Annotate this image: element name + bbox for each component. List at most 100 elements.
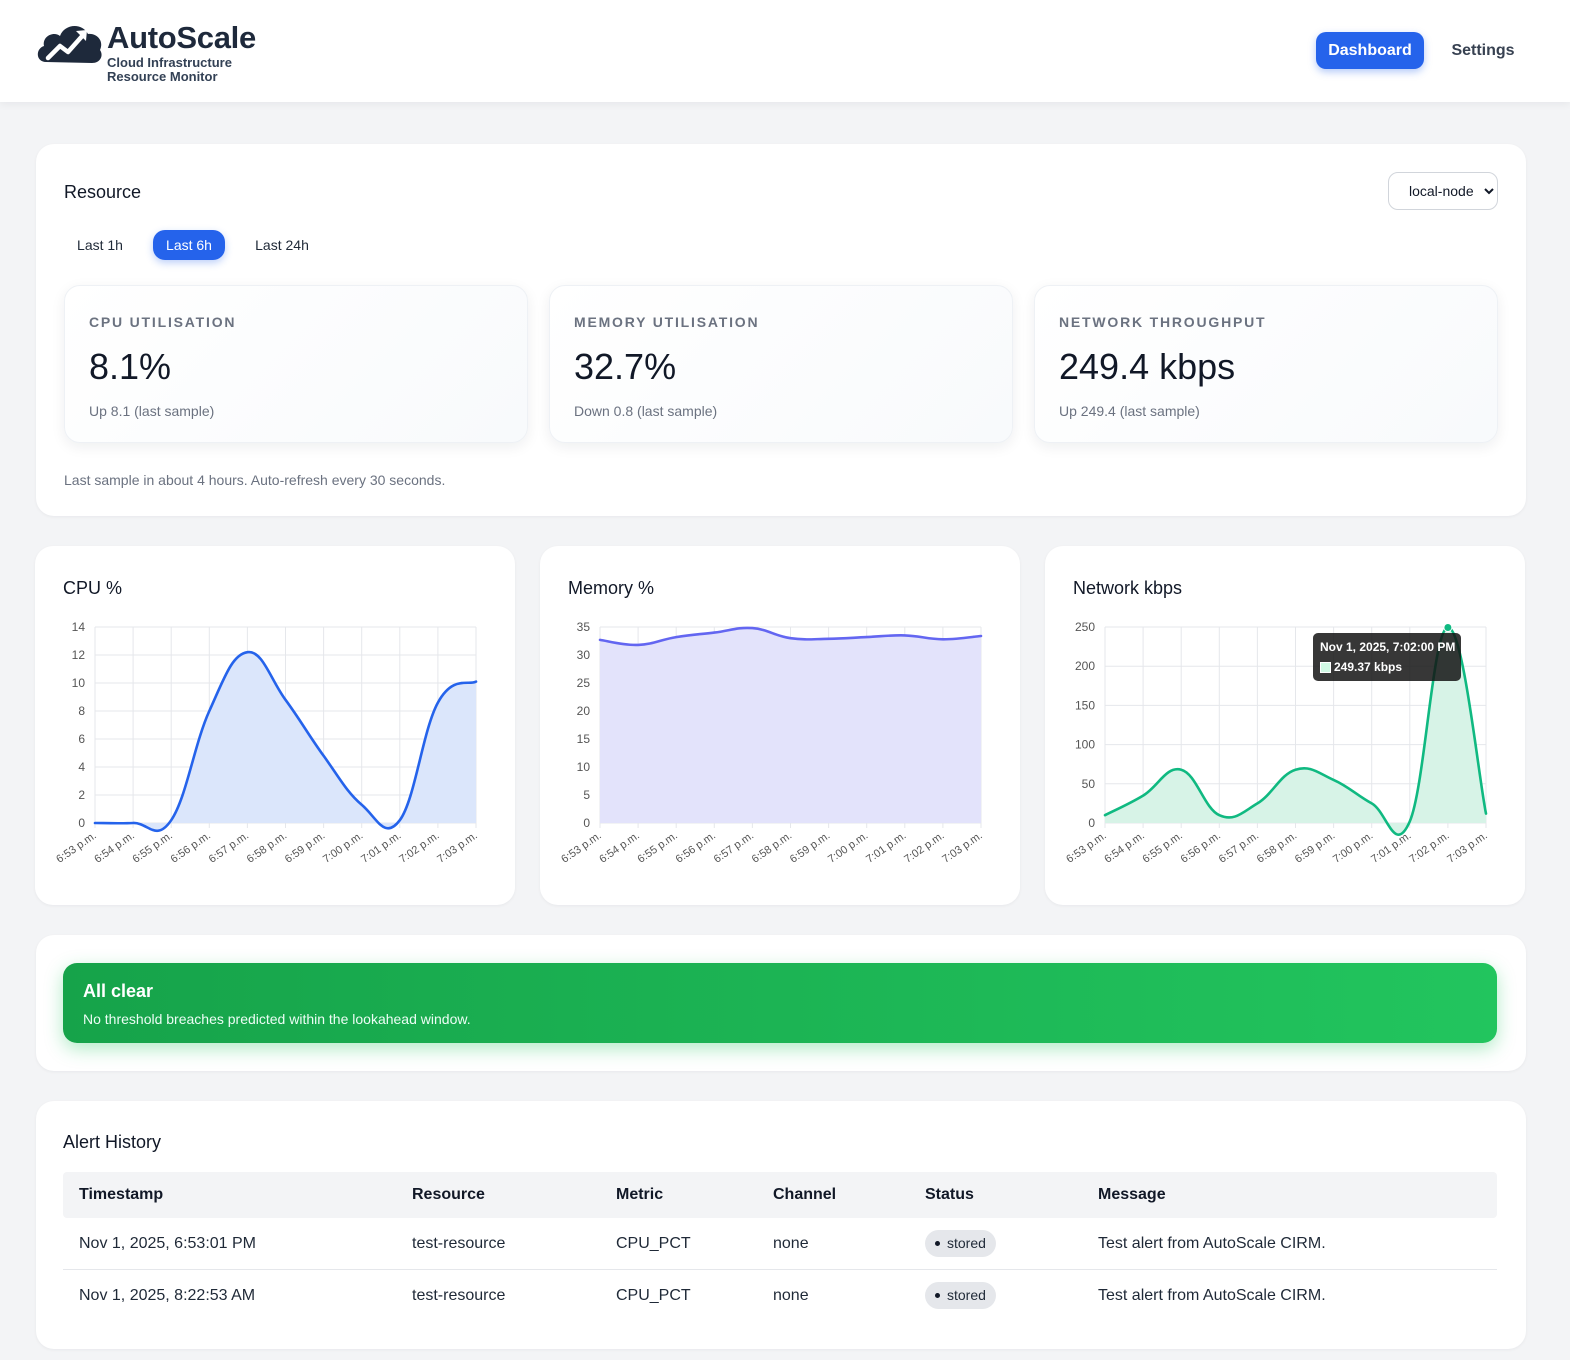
y-tick-label: 0	[1088, 816, 1095, 830]
cell-message: Test alert from AutoScale CIRM.	[1098, 1235, 1326, 1252]
x-tick-label: 6:53 p.m.	[1064, 830, 1108, 866]
network-chart[interactable]: 0 50 100 150 200 250 6:53 p.m.6:54 p.m.6:55 p.…	[1045, 546, 1525, 905]
prediction-status-card: All clear No threshold breaches predicte…	[36, 935, 1526, 1071]
brand-name: AutoScale	[107, 20, 256, 55]
column-header-metric: Metric	[616, 1186, 664, 1203]
cell-resource: test-resource	[412, 1287, 506, 1304]
all-clear-banner: All clear No threshold breaches predicte…	[63, 963, 1497, 1043]
metric-delta: Down 0.8 (last sample)	[574, 403, 718, 419]
x-tick-label: 6:56 p.m.	[1179, 830, 1223, 866]
tooltip-value: 249.37 kbps	[1334, 660, 1403, 674]
metric-label: NETWORK THROUGHPUT	[1059, 314, 1267, 330]
range-last-6h-button[interactable]: Last 6h	[153, 230, 225, 260]
metric-value: 8.1%	[89, 346, 172, 387]
status-badge: stored	[925, 1282, 996, 1309]
y-tick-label: 20	[577, 704, 591, 718]
x-tick-label: 7:02 p.m.	[1407, 830, 1451, 866]
x-tick-label: 7:03 p.m.	[1445, 830, 1489, 866]
x-tick-label: 6:59 p.m.	[283, 830, 327, 866]
status-badge-label: stored	[947, 1235, 986, 1251]
y-tick-label: 25	[577, 676, 591, 690]
cpu-chart[interactable]: 024681012146:53 p.m.6:54 p.m.6:55 p.m.6:…	[35, 546, 515, 905]
tooltip-title: Nov 1, 2025, 7:02:00 PM	[1320, 640, 1456, 654]
metric-delta: Up 8.1 (last sample)	[89, 403, 215, 419]
y-tick-label: 0	[78, 816, 85, 830]
x-tick-label: 6:59 p.m.	[1293, 830, 1337, 866]
x-tick-label: 7:03 p.m.	[940, 830, 984, 866]
range-last-24h-button[interactable]: Last 24h	[242, 230, 322, 260]
x-tick-label: 6:59 p.m.	[788, 830, 832, 866]
cpu-chart-card: 0 2 4 6 8 10 12 14 6:53 p.m. 6:54 p.m. 6:55 p.m. 6:…	[35, 546, 515, 905]
x-tick-label: 6:54 p.m.	[1102, 830, 1146, 866]
x-tick-label: 7:00 p.m.	[321, 830, 365, 866]
resource-card: Resource local-node Last 1h Last 6h Last…	[36, 144, 1526, 516]
y-tick-label: 30	[577, 648, 591, 662]
range-last-1h-button[interactable]: Last 1h	[64, 230, 136, 260]
x-tick-label: 6:57 p.m.	[712, 830, 756, 866]
memory-chart[interactable]: 0 5 10 15 20 25 30 35 6:53 p.m.6:54 p.m.6:55 p.m…	[540, 546, 1020, 905]
column-header-timestamp: Timestamp	[79, 1186, 164, 1203]
chart-title: Network kbps	[1073, 578, 1183, 598]
chart-title: CPU %	[63, 578, 123, 598]
status-dot-icon	[935, 1292, 940, 1298]
cloud-chart-logo-icon	[37, 25, 102, 63]
x-tick-label: 6:56 p.m.	[674, 830, 718, 866]
y-tick-label: 35	[577, 620, 591, 634]
x-tick-label: 7:01 p.m.	[1369, 830, 1413, 866]
metric-label: MEMORY UTILISATION	[574, 314, 760, 330]
column-header-channel: Channel	[773, 1186, 837, 1203]
resource-node-select[interactable]: local-node	[1388, 172, 1498, 210]
memory-metric-card: MEMORY UTILISATION 32.7% Down 0.8 (last …	[549, 285, 1013, 443]
memory-chart-card: 0 5 10 15 20 25 30 35 6:53 p.m. 6:54 p.m. 6:55 p.m…	[540, 546, 1020, 905]
x-tick-label: 7:01 p.m.	[359, 830, 403, 866]
y-tick-label: 150	[1075, 698, 1095, 712]
x-tick-label: 6:53 p.m.	[559, 830, 603, 866]
x-tick-label: 6:54 p.m.	[597, 830, 641, 866]
resource-title: Resource	[64, 182, 142, 202]
banner-title: All clear	[83, 981, 154, 1001]
x-tick-label: 6:55 p.m.	[635, 830, 679, 866]
chart-title: Memory %	[568, 578, 655, 598]
column-header-resource: Resource	[412, 1186, 485, 1203]
y-tick-label: 5	[583, 788, 590, 802]
nav-dashboard-button[interactable]: Dashboard	[1316, 32, 1424, 69]
y-tick-label: 2	[78, 788, 85, 802]
x-tick-label: 6:54 p.m.	[92, 830, 136, 866]
x-tick-label: 6:55 p.m.	[130, 830, 174, 866]
x-tick-label: 6:57 p.m.	[207, 830, 251, 866]
alert-history-title: Alert History	[63, 1132, 162, 1152]
x-tick-label: 7:03 p.m.	[435, 830, 479, 866]
series-area	[600, 627, 981, 823]
table-row: Nov 1, 2025, 6:53:01 PM test-resource CP…	[63, 1218, 1497, 1270]
banner-text: No threshold breaches predicted within t…	[83, 1011, 471, 1027]
nav-settings-button[interactable]: Settings	[1442, 32, 1524, 69]
column-header-status: Status	[925, 1186, 974, 1203]
y-tick-label: 12	[72, 648, 86, 662]
x-tick-label: 7:02 p.m.	[902, 830, 946, 866]
cell-message: Test alert from AutoScale CIRM.	[1098, 1287, 1326, 1304]
brand-subtitle-line1: Cloud Infrastructure	[107, 55, 232, 70]
x-tick-label: 6:57 p.m.	[1217, 830, 1261, 866]
x-tick-label: 7:02 p.m.	[397, 830, 441, 866]
network-metric-card: NETWORK THROUGHPUT 249.4 kbps Up 249.4 (…	[1034, 285, 1498, 443]
x-tick-label: 7:00 p.m.	[1331, 830, 1375, 866]
column-header-message: Message	[1098, 1186, 1166, 1203]
y-tick-label: 15	[577, 732, 591, 746]
refresh-note: Last sample in about 4 hours. Auto-refre…	[64, 472, 446, 488]
y-tick-label: 50	[1082, 777, 1096, 791]
y-tick-label: 250	[1075, 620, 1095, 634]
metric-value: 249.4 kbps	[1059, 346, 1236, 387]
y-tick-label: 200	[1075, 659, 1095, 673]
brand: AutoScale Cloud Infrastructure Resource …	[107, 20, 256, 84]
cpu-metric-card: CPU UTILISATION 8.1% Up 8.1 (last sample…	[64, 285, 528, 443]
highlighted-data-point	[1443, 622, 1453, 632]
brand-subtitle-line2: Resource Monitor	[107, 69, 218, 84]
status-badge: stored	[925, 1230, 996, 1257]
table-row: Nov 1, 2025, 8:22:53 AM test-resource CP…	[63, 1270, 1497, 1322]
x-tick-label: 6:55 p.m.	[1140, 830, 1184, 866]
cell-resource: test-resource	[412, 1235, 506, 1252]
y-tick-label: 4	[78, 760, 85, 774]
x-tick-label: 6:58 p.m.	[1255, 830, 1299, 866]
cell-metric: CPU_PCT	[616, 1287, 691, 1304]
top-bar: AutoScale Cloud Infrastructure Resource …	[0, 0, 1570, 102]
